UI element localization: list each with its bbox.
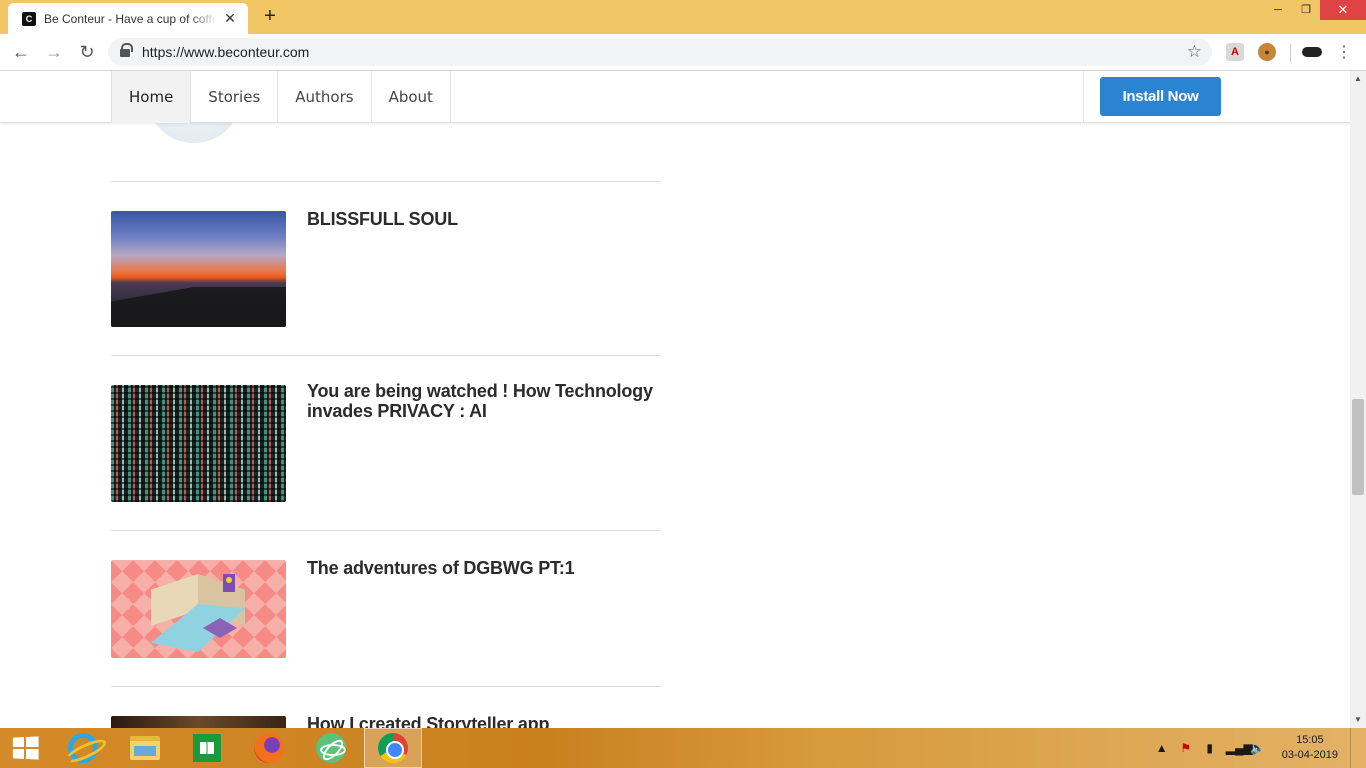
- windows-taskbar: ▲ ⚑ ▮ ▂▄▆ 🔈 15:05 03-04-2019: [0, 728, 1366, 768]
- cookie-extension-icon[interactable]: ●: [1258, 43, 1276, 61]
- install-now-button[interactable]: Install Now: [1100, 77, 1221, 116]
- browser-tabstrip: C Be Conteur - Have a cup of coffee ✕ + …: [0, 0, 1366, 34]
- forward-button[interactable]: →: [39, 37, 69, 67]
- scroll-down-icon[interactable]: ▼: [1350, 712, 1366, 728]
- page-viewport: Home Stories Authors About Install Now B…: [0, 71, 1350, 728]
- firefox-icon: [254, 733, 284, 763]
- address-bar[interactable]: https://www.beconteur.com ☆: [108, 38, 1212, 66]
- story-title[interactable]: BLISSFULL SOUL: [307, 209, 661, 229]
- browser-menu-icon[interactable]: ⋮: [1336, 42, 1352, 62]
- power-icon[interactable]: ▮: [1202, 740, 1218, 756]
- scrollbar-thumb[interactable]: [1352, 399, 1364, 495]
- story-thumbnail[interactable]: [111, 716, 286, 728]
- url-text[interactable]: https://www.beconteur.com: [142, 44, 309, 60]
- close-window-button[interactable]: ✕: [1320, 0, 1366, 20]
- notification-flag-icon[interactable]: ⚑: [1178, 740, 1194, 756]
- nav-about[interactable]: About: [372, 71, 451, 123]
- taskbar-store[interactable]: [176, 728, 238, 768]
- nav-authors[interactable]: Authors: [278, 71, 372, 123]
- pdf-extension-icon[interactable]: A: [1226, 43, 1244, 61]
- page-scrollbar[interactable]: ▲ ▼: [1350, 71, 1366, 728]
- browser-tab[interactable]: C Be Conteur - Have a cup of coffee ✕: [8, 3, 248, 34]
- folder-icon: [130, 736, 160, 760]
- story-title[interactable]: You are being watched ! How Technology i…: [307, 381, 661, 421]
- nav-stories[interactable]: Stories: [191, 71, 279, 123]
- toolbar-separator: [1290, 44, 1291, 62]
- scroll-up-icon[interactable]: ▲: [1350, 71, 1366, 87]
- taskbar-internet-explorer[interactable]: [52, 728, 114, 768]
- clock-date: 03-04-2019: [1281, 749, 1338, 761]
- reload-button[interactable]: ↻: [72, 37, 102, 67]
- site-nav-items: Home Stories Authors About: [111, 71, 451, 123]
- site-favicon-icon: C: [22, 11, 36, 26]
- volume-icon[interactable]: 🔈: [1250, 740, 1266, 756]
- divider: [111, 181, 661, 182]
- windows-logo-icon: [12, 736, 39, 760]
- incognito-mask-icon[interactable]: [1302, 47, 1322, 57]
- taskbar-firefox[interactable]: [238, 728, 300, 768]
- chrome-icon: [378, 733, 408, 763]
- restore-button[interactable]: ❐: [1292, 0, 1320, 20]
- new-tab-button[interactable]: +: [259, 5, 281, 27]
- site-navbar: Home Stories Authors About Install Now: [0, 71, 1350, 123]
- show-hidden-icons-icon[interactable]: ▲: [1154, 740, 1170, 756]
- internet-explorer-icon: [68, 733, 98, 763]
- taskbar-file-explorer[interactable]: [114, 728, 176, 768]
- minimize-button[interactable]: ─: [1264, 0, 1292, 20]
- atom-icon: [316, 733, 346, 763]
- window-controls: ─ ❐ ✕: [1264, 0, 1366, 20]
- taskbar-clock[interactable]: 15:05 03-04-2019: [1282, 733, 1338, 763]
- tab-close-icon[interactable]: ✕: [222, 10, 238, 27]
- start-button[interactable]: [0, 728, 50, 768]
- network-signal-icon[interactable]: ▂▄▆: [1226, 740, 1253, 756]
- story-thumbnail[interactable]: [111, 211, 286, 327]
- system-tray: ▲ ⚑ ▮ ▂▄▆ 🔈 15:05 03-04-2019: [1154, 728, 1356, 768]
- story-title[interactable]: How I created Storyteller app: [307, 714, 661, 728]
- story-title[interactable]: The adventures of DGBWG PT:1: [307, 558, 661, 578]
- tab-title: Be Conteur - Have a cup of coffee: [44, 11, 216, 26]
- divider: [111, 530, 661, 531]
- story-thumbnail[interactable]: [111, 560, 286, 658]
- nav-separator: [1083, 71, 1084, 123]
- show-desktop-button[interactable]: [1350, 728, 1356, 768]
- browser-toolbar: ← → ↻ https://www.beconteur.com ☆ A ● ⋮: [0, 34, 1366, 71]
- taskbar-chrome[interactable]: [364, 728, 422, 768]
- isometric-room-image: [143, 566, 253, 654]
- lock-icon: [120, 43, 133, 57]
- story-thumbnail[interactable]: [111, 385, 286, 502]
- taskbar-atom[interactable]: [300, 728, 362, 768]
- bookmark-star-icon[interactable]: ☆: [1187, 42, 1202, 62]
- back-button[interactable]: ←: [6, 37, 36, 67]
- divider: [111, 686, 661, 687]
- divider: [111, 355, 661, 356]
- nav-home[interactable]: Home: [112, 71, 192, 123]
- store-icon: [193, 734, 221, 762]
- clock-time: 15:05: [1296, 734, 1324, 746]
